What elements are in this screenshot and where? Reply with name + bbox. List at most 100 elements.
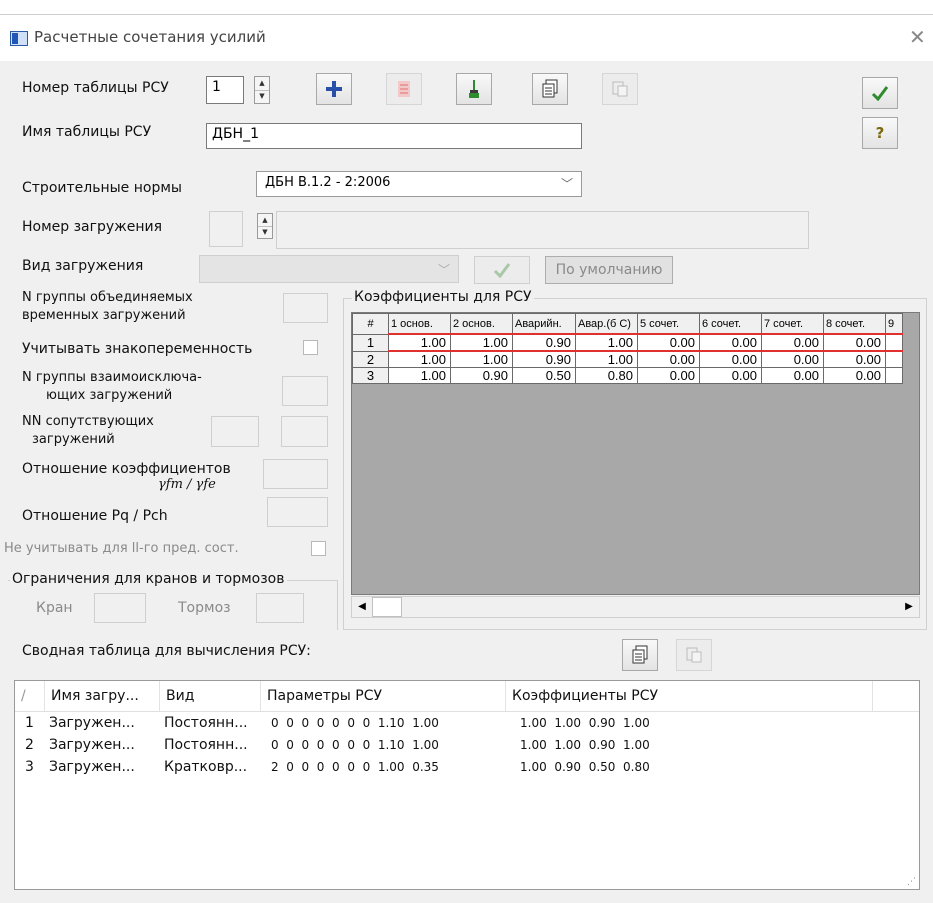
pq-ratio-input[interactable] xyxy=(267,497,328,527)
paste-icon xyxy=(612,81,628,97)
coefficients-hscrollbar[interactable]: ◀ ▶ xyxy=(351,596,920,618)
table-number-input[interactable]: 1 xyxy=(206,76,244,104)
ignore-second-label: Не учитывать для ll-го пред. сост. xyxy=(4,541,239,556)
grid-cell[interactable] xyxy=(885,333,903,352)
row-header[interactable]: 3 xyxy=(352,367,389,384)
copy-button[interactable] xyxy=(532,73,568,105)
norms-select[interactable]: ДБН В.1.2 - 2:2006 ﹀ xyxy=(256,171,582,197)
grid-cell[interactable]: 0.00 xyxy=(699,367,762,384)
delete-table-button[interactable] xyxy=(386,73,422,105)
grid-cell[interactable]: 0.00 xyxy=(823,367,886,384)
coefficients-grid[interactable]: # 1 основ. 2 основ. Аварийн. Авар.(б С) … xyxy=(351,312,920,595)
grid-cell[interactable]: 1.00 xyxy=(450,350,513,368)
background-window-strip xyxy=(0,0,933,15)
default-button[interactable]: По умолчанию xyxy=(545,256,673,284)
delete-icon xyxy=(398,81,410,97)
col-header[interactable]: 6 сочет. xyxy=(699,313,762,335)
table-name-input[interactable]: ДБН_1 xyxy=(206,123,582,149)
summary-paste-button[interactable] xyxy=(676,639,712,671)
resize-grip-icon[interactable]: ⋰ xyxy=(907,877,917,887)
grid-cell[interactable]: 0.00 xyxy=(823,350,886,368)
col-header[interactable]: 9 xyxy=(885,313,903,335)
summary-col-type[interactable]: Вид xyxy=(160,681,261,711)
brake-input[interactable] xyxy=(256,593,304,623)
row-params: 0 0 0 0 0 0 0 1.10 1.00 xyxy=(271,738,439,752)
brake-label: Тормоз xyxy=(178,600,231,616)
ignore-second-checkbox[interactable] xyxy=(311,541,326,556)
row-number: 1 xyxy=(25,715,34,731)
scroll-right-icon[interactable]: ▶ xyxy=(899,597,919,617)
sign-variable-label: Учитывать знакопеременность xyxy=(22,341,253,357)
ok-button[interactable] xyxy=(862,77,898,109)
grid-cell[interactable]: 1.00 xyxy=(575,350,638,368)
col-header[interactable]: Аварийн. xyxy=(512,313,576,335)
grid-cell[interactable]: 0.00 xyxy=(699,350,762,368)
col-header[interactable]: 8 сочет. xyxy=(823,313,886,335)
loadcase-number-input[interactable] xyxy=(209,211,243,247)
row-header[interactable]: 2 xyxy=(352,350,389,368)
grid-cell[interactable]: 0.50 xyxy=(512,367,576,384)
grid-cell[interactable]: 0.00 xyxy=(637,367,700,384)
help-button[interactable]: ? xyxy=(862,117,898,149)
grid-cell[interactable]: 0.90 xyxy=(450,367,513,384)
loadcase-number-label: Номер загружения xyxy=(22,219,163,235)
col-header[interactable]: 7 сочет. xyxy=(761,313,824,335)
grid-cell[interactable]: 0.90 xyxy=(512,350,576,368)
loadcase-type-select[interactable]: ﹀ xyxy=(199,255,459,283)
grid-cell[interactable]: 0.80 xyxy=(575,367,638,384)
group-combined-label-1: N группы объединяемых xyxy=(22,290,193,305)
close-icon[interactable]: ✕ xyxy=(909,25,926,49)
coef-ratio-label: Отношение коэффициентов xyxy=(22,461,231,477)
coef-ratio-input[interactable] xyxy=(263,459,328,489)
apply-loadcase-button[interactable] xyxy=(474,256,530,284)
grid-cell[interactable]: 0.00 xyxy=(761,350,824,368)
grid-cell[interactable]: 0.00 xyxy=(761,367,824,384)
brush-button[interactable] xyxy=(456,73,492,105)
accompanying-input-2[interactable] xyxy=(281,416,328,447)
grid-cell[interactable]: 0.00 xyxy=(637,350,700,368)
grid-cell[interactable]: 0.00 xyxy=(761,333,824,352)
grid-cell[interactable]: 1.00 xyxy=(388,333,451,352)
list-item[interactable]: 1 Загружен... Постоянн... 0 0 0 0 0 0 0 … xyxy=(15,715,919,735)
list-item[interactable]: 3 Загружен... Кратковр... 2 0 0 0 0 0 0 … xyxy=(15,759,919,779)
grid-cell[interactable]: 0.00 xyxy=(823,333,886,352)
grid-cell[interactable]: 1.00 xyxy=(388,350,451,368)
summary-col-coefs[interactable]: Коэффициенты РСУ xyxy=(506,681,873,711)
grid-cell[interactable]: 0.90 xyxy=(512,333,576,352)
grid-cell[interactable]: 1.00 xyxy=(575,333,638,352)
summary-copy-button[interactable] xyxy=(622,639,658,671)
row-number: 2 xyxy=(25,737,34,753)
grid-cell[interactable]: 0.00 xyxy=(637,333,700,352)
col-header[interactable]: 2 основ. xyxy=(450,313,513,335)
grid-cell[interactable]: 1.00 xyxy=(388,367,451,384)
accompanying-input-1[interactable] xyxy=(211,416,259,447)
summary-col-name[interactable]: Имя загру... xyxy=(45,681,160,711)
scroll-thumb[interactable] xyxy=(372,597,402,617)
grid-cell[interactable] xyxy=(885,367,903,384)
add-table-button[interactable] xyxy=(316,73,352,105)
group-exclusive-input[interactable] xyxy=(282,376,328,406)
col-header[interactable]: 5 сочет. xyxy=(637,313,700,335)
col-header[interactable]: 1 основ. xyxy=(388,313,451,335)
paste-button[interactable] xyxy=(602,73,638,105)
group-combined-input[interactable] xyxy=(283,293,328,323)
row-header[interactable]: 1 xyxy=(352,333,389,352)
crane-input[interactable] xyxy=(94,593,146,623)
grid-cell[interactable]: 1.00 xyxy=(450,333,513,352)
col-header[interactable]: # xyxy=(352,313,389,335)
group-combined-label-2: временных загружений xyxy=(22,308,186,323)
loadcase-number-spinner[interactable]: ▲ ▼ xyxy=(257,213,273,239)
grid-cell[interactable] xyxy=(885,350,903,368)
sign-variable-checkbox[interactable] xyxy=(303,340,318,355)
grid-cell[interactable]: 0.00 xyxy=(699,333,762,352)
list-item[interactable]: 2 Загружен... Постоянн... 0 0 0 0 0 0 0 … xyxy=(15,737,919,757)
summary-list[interactable]: / Имя загру... Вид Параметры РСУ Коэффиц… xyxy=(14,680,920,890)
scroll-left-icon[interactable]: ◀ xyxy=(352,597,372,617)
summary-col-number[interactable]: / xyxy=(15,681,45,711)
coefficients-row: 1 1.00 1.00 0.90 1.00 0.00 0.00 0.00 0.0… xyxy=(352,333,903,352)
col-header[interactable]: Авар.(б С) xyxy=(575,313,638,335)
summary-col-params[interactable]: Параметры РСУ xyxy=(261,681,506,711)
copy-icon xyxy=(632,645,648,664)
coefficients-group-label: Коэффициенты для РСУ xyxy=(352,289,534,305)
table-number-spinner[interactable]: ▲ ▼ xyxy=(254,76,270,104)
